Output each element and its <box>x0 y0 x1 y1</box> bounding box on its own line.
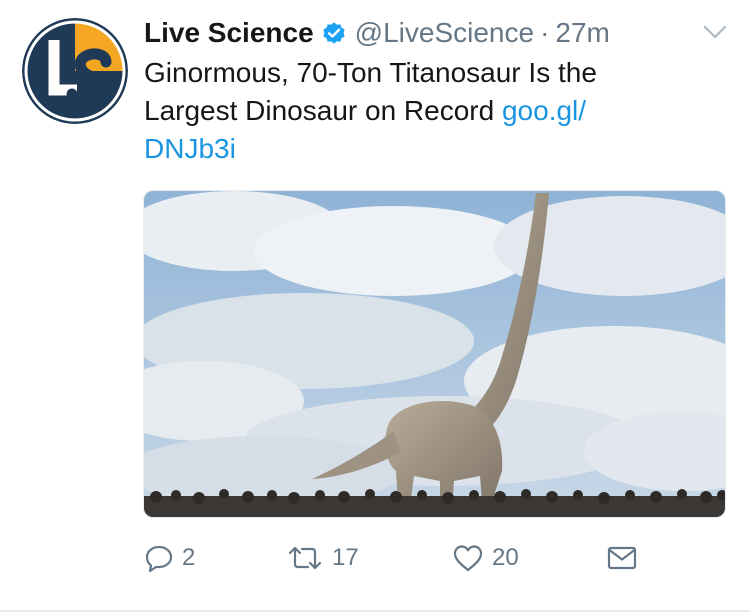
tweet-actions: 2 17 20 <box>144 540 644 576</box>
heart-icon <box>453 545 483 572</box>
retweet-count: 17 <box>332 544 359 571</box>
header-separator: · <box>540 17 550 48</box>
retweet-button[interactable]: 17 <box>286 540 359 576</box>
dinosaur-photo-icon <box>144 191 725 517</box>
envelope-icon <box>607 546 637 570</box>
direct-message-button[interactable] <box>606 540 638 576</box>
account-name[interactable]: Live Science <box>144 17 314 49</box>
tweet-timestamp[interactable]: 27m <box>555 17 609 49</box>
retweet-icon <box>288 546 322 570</box>
divider <box>0 610 750 612</box>
tweet-media-image[interactable] <box>143 190 726 518</box>
account-handle[interactable]: @LiveScience <box>355 17 534 49</box>
reply-icon <box>145 545 173 573</box>
like-button[interactable]: 20 <box>452 540 519 576</box>
tweet-header: Live Science @LiveScience · 27m <box>144 14 610 52</box>
like-count: 20 <box>492 544 519 571</box>
verified-badge-icon <box>321 20 347 46</box>
live-science-logo-icon <box>22 18 128 124</box>
reply-button[interactable]: 2 <box>144 540 195 576</box>
tweet-card: Live Science @LiveScience · 27m Ginormou… <box>0 0 750 615</box>
tweet-text: Ginormous, 70-Ton Titanosaur Is the Larg… <box>144 54 664 168</box>
chevron-down-icon[interactable] <box>702 22 728 42</box>
avatar[interactable] <box>22 18 128 124</box>
reply-count: 2 <box>182 544 196 571</box>
